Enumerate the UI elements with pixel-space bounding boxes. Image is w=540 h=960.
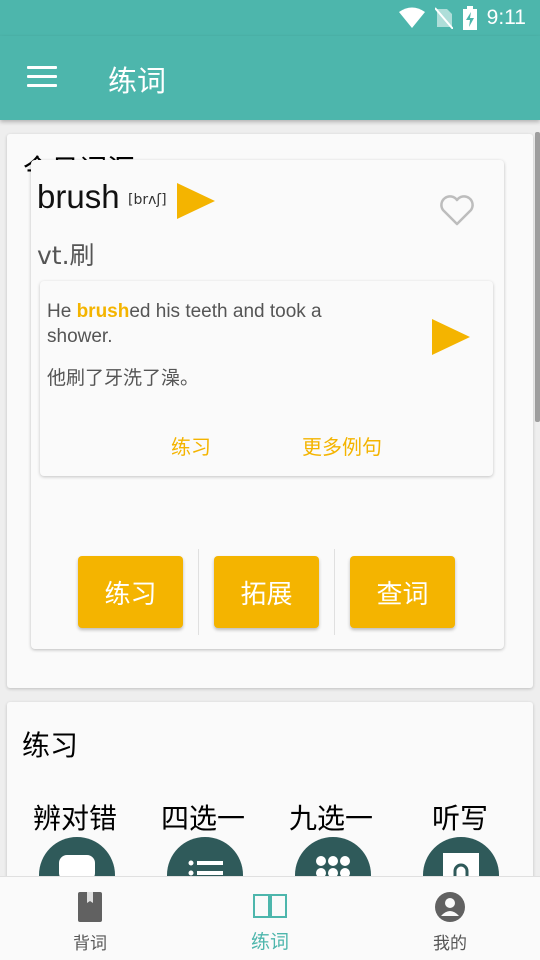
nav-label-memorize: 背词 bbox=[73, 934, 107, 954]
content-scroll[interactable]: 今日词汇 brush [brʌʃ] vt.刷 He brushed his te… bbox=[0, 120, 540, 876]
divider bbox=[198, 549, 199, 635]
lookup-button[interactable]: 查词 bbox=[350, 556, 455, 628]
example-translation: 他刷了牙洗了澡。 bbox=[47, 367, 200, 389]
list-icon[interactable] bbox=[167, 837, 243, 876]
scrollbar[interactable] bbox=[535, 132, 540, 422]
word-card: brush [brʌʃ] vt.刷 He brushed his teeth a… bbox=[31, 160, 504, 649]
account-icon bbox=[435, 892, 465, 922]
example-box: He brushed his teeth and took a shower. … bbox=[40, 281, 493, 476]
example-practice-link[interactable]: 练习 bbox=[171, 431, 211, 460]
nav-label-practice: 练词 bbox=[250, 931, 289, 953]
nav-label-profile: 我的 bbox=[433, 934, 467, 954]
listen-icon[interactable] bbox=[423, 837, 499, 876]
more-examples-link[interactable]: 更多例句 bbox=[302, 431, 382, 460]
menu-icon[interactable] bbox=[27, 66, 57, 90]
battery-charging-icon bbox=[462, 6, 477, 30]
bottom-nav: 背词 练词 我的 bbox=[0, 876, 540, 960]
mode-label-nine-choice[interactable]: 九选一 bbox=[289, 797, 373, 837]
mode-label-judge[interactable]: 辨对错 bbox=[33, 797, 117, 837]
example-highlight: brush bbox=[76, 301, 130, 322]
divider bbox=[334, 549, 335, 635]
page-title: 练词 bbox=[108, 64, 167, 98]
word: brush bbox=[37, 178, 120, 215]
grid-icon[interactable] bbox=[295, 837, 371, 876]
expand-button[interactable]: 拓展 bbox=[214, 556, 319, 628]
mode-label-dictation[interactable]: 听写 bbox=[432, 797, 488, 837]
status-icons: 9:11 bbox=[398, 6, 526, 30]
nav-item-memorize[interactable]: 背词 bbox=[0, 877, 180, 960]
heart-icon[interactable] bbox=[439, 193, 475, 227]
practice-card-title: 练习 bbox=[22, 729, 79, 762]
status-bar: 9:11 bbox=[0, 0, 540, 36]
practice-button[interactable]: 练习 bbox=[78, 556, 183, 628]
today-card: 今日词汇 brush [brʌʃ] vt.刷 He brushed his te… bbox=[7, 134, 533, 688]
mode-label-four-choice[interactable]: 四选一 bbox=[161, 797, 245, 837]
nav-item-profile[interactable]: 我的 bbox=[360, 877, 540, 960]
open-book-icon bbox=[253, 894, 287, 918]
phonetic: [brʌʃ] bbox=[128, 192, 167, 208]
play-icon[interactable] bbox=[177, 181, 217, 221]
book-icon bbox=[78, 892, 102, 922]
word-meaning: vt.刷 bbox=[37, 241, 95, 270]
example-text-before: He bbox=[47, 301, 77, 322]
no-sim-icon bbox=[434, 7, 453, 29]
app-bar: 练词 bbox=[0, 36, 540, 120]
practice-card: 练习 辨对错 四选一 九选一 听写 bbox=[7, 702, 533, 876]
wifi-icon bbox=[398, 7, 425, 28]
speech-bubble-icon[interactable] bbox=[39, 837, 115, 876]
nav-item-practice[interactable]: 练词 bbox=[180, 877, 360, 960]
status-time: 9:11 bbox=[486, 6, 526, 29]
example-sentence: He brushed his teeth and took a shower. bbox=[47, 299, 377, 349]
example-play-icon[interactable] bbox=[432, 318, 472, 356]
